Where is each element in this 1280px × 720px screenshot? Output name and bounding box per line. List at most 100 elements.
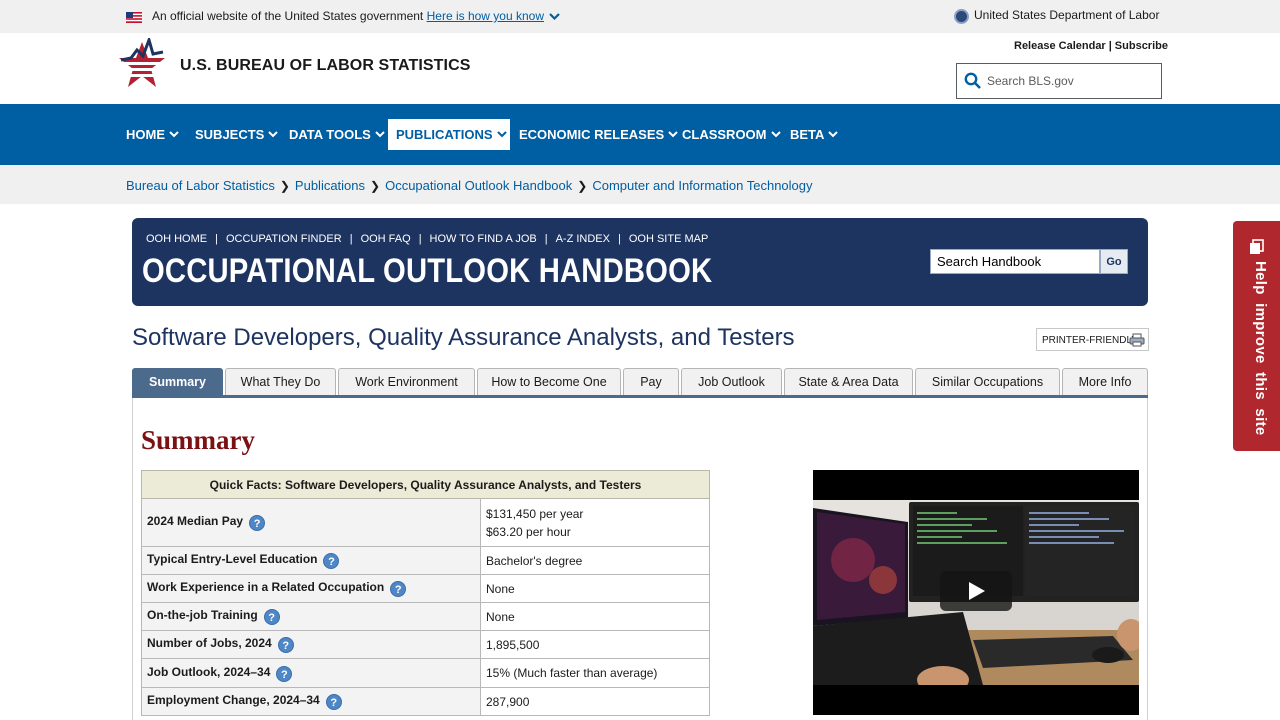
chevron-down-icon (770, 131, 781, 138)
handbook-go-button[interactable]: Go (1100, 249, 1128, 274)
how-to-find-job-link[interactable]: HOW TO FIND A JOB (430, 233, 537, 245)
row-label: Work Experience in a Related Occupation? (141, 574, 481, 603)
table-row: Employment Change, 2024–34? 287,900 (141, 687, 710, 716)
row-label: On-the-job Training? (141, 602, 481, 631)
ooh-links: OOH HOME | OCCUPATION FINDER | OOH FAQ | HOW T… (146, 233, 708, 245)
ooh-faq-link[interactable]: OOH FAQ (361, 233, 411, 245)
ooh-home-link[interactable]: OOH HOME (146, 233, 207, 245)
row-value: 15% (Much faster than average) (480, 658, 710, 688)
breadcrumb: Bureau of Labor Statistics ❯ Publications ❯… (0, 165, 1280, 204)
summary-heading: Summary (141, 425, 255, 455)
feedback-icon (1250, 239, 1264, 254)
video-player[interactable] (813, 470, 1139, 715)
breadcrumb-bls[interactable]: Bureau of Labor Statistics (126, 178, 275, 193)
table-row: 2024 Median Pay? $131,450 per year $63.20… (141, 498, 710, 547)
breadcrumb-publications[interactable]: Publications (295, 178, 365, 193)
official-banner: An official website of the United States… (0, 0, 1280, 33)
row-label: Employment Change, 2024–34? (141, 687, 481, 716)
row-label: Job Outlook, 2024–34? (141, 658, 481, 688)
tab-what-they-do[interactable]: What They Do (225, 368, 336, 395)
official-label: An official website of the United States… (152, 9, 424, 23)
breadcrumb-ooh[interactable]: Occupational Outlook Handbook (385, 178, 572, 193)
help-icon[interactable]: ? (276, 665, 293, 682)
row-value: None (480, 574, 710, 603)
separator: | (349, 233, 353, 245)
separator: | (617, 233, 621, 245)
search-placeholder: Search BLS.gov (987, 74, 1074, 88)
help-icon[interactable]: ? (249, 515, 266, 531)
official-text: An official website of the United States… (152, 9, 544, 23)
site-header: U.S. BUREAU OF LABOR STATISTICS Release … (0, 33, 1280, 104)
occupation-tabs: Summary What They Do Work Environment Ho… (132, 368, 1148, 398)
department-link[interactable]: United States Department of Labor (974, 8, 1159, 22)
tab-how-to-become-one[interactable]: How to Become One (477, 368, 621, 395)
tab-more-info[interactable]: More Info (1062, 368, 1148, 395)
printer-friendly-button[interactable]: PRINTER-FRIENDLY (1036, 328, 1149, 351)
nav-economic-releases[interactable]: ECONOMIC RELEASES (511, 119, 686, 150)
handbook-search-input[interactable]: Search Handbook (930, 249, 1100, 274)
row-value: 287,900 (480, 687, 710, 716)
row-label: Number of Jobs, 2024? (141, 630, 481, 659)
ooh-site-map-link[interactable]: OOH SITE MAP (629, 233, 708, 245)
chevron-down-icon (828, 131, 839, 138)
tab-work-environment[interactable]: Work Environment (338, 368, 475, 395)
how-you-know-link[interactable]: Here is how you know (427, 9, 544, 23)
table-row: On-the-job Training? None (141, 602, 710, 631)
separator: | (215, 233, 218, 245)
nav-data-tools[interactable]: DATA TOOLS (281, 119, 393, 150)
row-value: Bachelor's degree (480, 546, 710, 575)
help-icon[interactable]: ? (323, 553, 340, 569)
median-pay-hourly: $63.20 per hour (486, 524, 571, 539)
chevron-down-icon[interactable] (548, 10, 561, 23)
feedback-tab[interactable]: Help improve this site (1233, 221, 1280, 451)
separator: | (1108, 40, 1112, 52)
feedback-label-wrap: Help improve this site (1239, 261, 1273, 439)
table-row: Number of Jobs, 2024? 1,895,500 (141, 630, 710, 659)
table-header-row: Quick Facts: Software Developers, Qualit… (141, 470, 710, 499)
help-icon[interactable]: ? (263, 609, 280, 625)
row-label: Typical Entry-Level Education? (141, 546, 481, 575)
release-calendar-link[interactable]: Release Calendar (1014, 40, 1106, 52)
help-icon[interactable]: ? (325, 694, 342, 710)
us-flag-icon (126, 12, 142, 23)
feedback-label: Help improve this site (1252, 261, 1269, 436)
nav-subjects[interactable]: SUBJECTS (187, 119, 286, 150)
occupation-finder-link[interactable]: OCCUPATION FINDER (226, 233, 342, 245)
table-row: Typical Entry-Level Education? Bachelor'… (141, 546, 710, 575)
separator: | (544, 233, 548, 245)
subscribe-link[interactable]: Subscribe (1115, 40, 1168, 52)
tab-state-area-data[interactable]: State & Area Data (784, 368, 913, 395)
tab-pay[interactable]: Pay (623, 368, 679, 395)
play-button[interactable] (940, 571, 1012, 611)
chevron-down-icon (496, 131, 507, 138)
site-search-input[interactable]: Search BLS.gov (956, 63, 1162, 99)
az-index-link[interactable]: A-Z INDEX (556, 233, 610, 245)
tab-job-outlook[interactable]: Job Outlook (681, 368, 782, 395)
chevron-down-icon (169, 131, 179, 138)
nav-classroom[interactable]: CLASSROOM (674, 119, 789, 150)
page-title: Software Developers, Quality Assurance A… (132, 324, 795, 351)
main-nav: HOME SUBJECTS DATA TOOLS PUBLICATIONS EC… (0, 104, 1280, 165)
row-value: $131,450 per year $63.20 per hour (480, 498, 710, 547)
tab-similar-occupations[interactable]: Similar Occupations (915, 368, 1060, 395)
nav-beta[interactable]: BETA (782, 119, 846, 150)
bls-star-logo-icon[interactable] (117, 38, 167, 92)
breadcrumb-separator: ❯ (370, 179, 381, 193)
breadcrumb-computer-it[interactable]: Computer and Information Technology (592, 178, 812, 193)
breadcrumb-separator: ❯ (577, 179, 588, 193)
help-icon[interactable]: ? (390, 581, 407, 597)
nav-home[interactable]: HOME (118, 119, 187, 150)
nav-publications[interactable]: PUBLICATIONS (388, 119, 510, 150)
row-value: None (480, 602, 710, 631)
row-value: 1,895,500 (480, 630, 710, 659)
printer-friendly-label: PRINTER-FRIENDLY (1042, 335, 1138, 346)
agency-name[interactable]: U.S. BUREAU OF LABOR STATISTICS (180, 57, 471, 75)
quick-facts-table: Quick Facts: Software Developers, Qualit… (141, 470, 710, 716)
tab-summary[interactable]: Summary (132, 368, 223, 395)
utility-links: Release Calendar | Subscribe (1014, 40, 1168, 52)
row-label: 2024 Median Pay? (141, 498, 481, 547)
ooh-title[interactable]: OCCUPATIONAL OUTLOOK HANDBOOK (142, 252, 712, 291)
help-icon[interactable]: ? (277, 637, 294, 653)
play-icon (969, 582, 985, 600)
search-icon[interactable] (964, 72, 982, 90)
